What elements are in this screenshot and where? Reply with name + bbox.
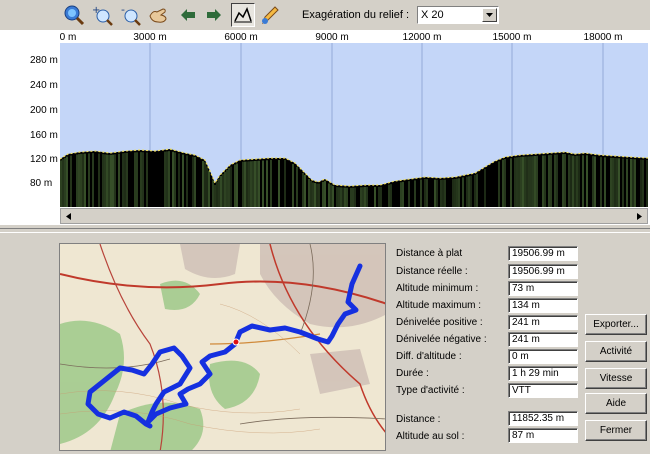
stat-value: 19506.99 m xyxy=(508,264,578,279)
x-tick-label: 9000 m xyxy=(315,32,349,43)
stat-value: 1 h 29 min xyxy=(508,366,578,381)
panel-splitter[interactable] xyxy=(0,228,650,233)
cursor-stat-label: Distance : xyxy=(396,414,441,425)
export-button[interactable]: Exporter... xyxy=(585,314,647,335)
stat-label: Dénivelée positive : xyxy=(396,317,483,328)
y-tick-label: 200 m xyxy=(30,105,58,116)
chevron-down-icon[interactable] xyxy=(482,8,497,22)
stat-value: 73 m xyxy=(508,281,578,296)
y-tick-label: 160 m xyxy=(30,130,58,141)
zoom-region-icon[interactable] xyxy=(62,3,86,27)
route-map[interactable] xyxy=(59,243,386,451)
help-button[interactable]: Aide xyxy=(585,393,647,414)
x-tick-label: 12000 m xyxy=(402,32,442,43)
y-tick-label: 240 m xyxy=(30,80,58,91)
cursor-stat-value: 11852.35 m xyxy=(508,411,578,426)
close-button[interactable]: Fermer xyxy=(585,420,647,441)
stat-label: Dénivelée négative : xyxy=(396,334,487,345)
cursor-stat-label: Altitude au sol : xyxy=(396,431,465,442)
cursor-position-marker xyxy=(232,338,240,346)
stat-label: Distance à plat xyxy=(396,248,463,259)
scroll-right-icon[interactable] xyxy=(632,209,647,223)
stat-value: VTT xyxy=(508,383,578,398)
x-tick-label: 18000 m xyxy=(583,32,623,43)
activity-button[interactable]: Activité xyxy=(585,341,647,362)
x-axis-labels: 0 m 3000 m 6000 m 9000 m 12000 m 15000 m… xyxy=(0,30,650,44)
elevation-profile: 0 m 3000 m 6000 m 9000 m 12000 m 15000 m… xyxy=(0,30,650,225)
pan-hand-icon[interactable] xyxy=(146,3,170,27)
speed-button[interactable]: Vitesse xyxy=(585,368,647,389)
scroll-left-icon[interactable] xyxy=(61,209,76,223)
y-tick-label: 120 m xyxy=(30,154,58,165)
arrow-left-icon[interactable] xyxy=(176,3,200,27)
x-tick-label: 0 m xyxy=(59,32,77,43)
profile-scrollbar[interactable] xyxy=(60,208,648,224)
stat-label: Distance réelle : xyxy=(396,266,468,277)
svg-text:-: - xyxy=(121,4,125,16)
stat-label: Altitude minimum : xyxy=(396,283,479,294)
stat-value: 19506.99 m xyxy=(508,246,578,261)
profile-view-icon[interactable] xyxy=(231,3,255,27)
profile-plot[interactable] xyxy=(60,43,648,207)
toolbar: + - Exagération du relief : X 20 xyxy=(0,0,650,30)
stat-value: 241 m xyxy=(508,315,578,330)
relief-value: X 20 xyxy=(421,9,444,21)
x-tick-label: 3000 m xyxy=(133,32,167,43)
zoom-out-icon[interactable]: - xyxy=(118,3,142,27)
y-tick-label: 80 m xyxy=(30,178,53,189)
arrow-right-icon[interactable] xyxy=(202,3,226,27)
stat-value: 134 m xyxy=(508,298,578,313)
relief-label: Exagération du relief : xyxy=(302,9,410,21)
stat-label: Type d'activité : xyxy=(396,385,465,396)
cursor-stat-value: 87 m xyxy=(508,428,578,443)
stat-label: Altitude maximum : xyxy=(396,300,482,311)
measure-pencil-icon[interactable] xyxy=(258,3,282,27)
y-tick-label: 280 m xyxy=(30,55,58,66)
relief-select[interactable]: X 20 xyxy=(417,6,499,24)
x-tick-label: 15000 m xyxy=(492,32,532,43)
stat-label: Diff. d'altitude : xyxy=(396,351,462,362)
stat-value: 0 m xyxy=(508,349,578,364)
svg-text:+: + xyxy=(92,5,100,16)
x-tick-label: 6000 m xyxy=(224,32,258,43)
stat-value: 241 m xyxy=(508,332,578,347)
stat-label: Durée : xyxy=(396,368,429,379)
zoom-in-icon[interactable]: + xyxy=(90,3,114,27)
